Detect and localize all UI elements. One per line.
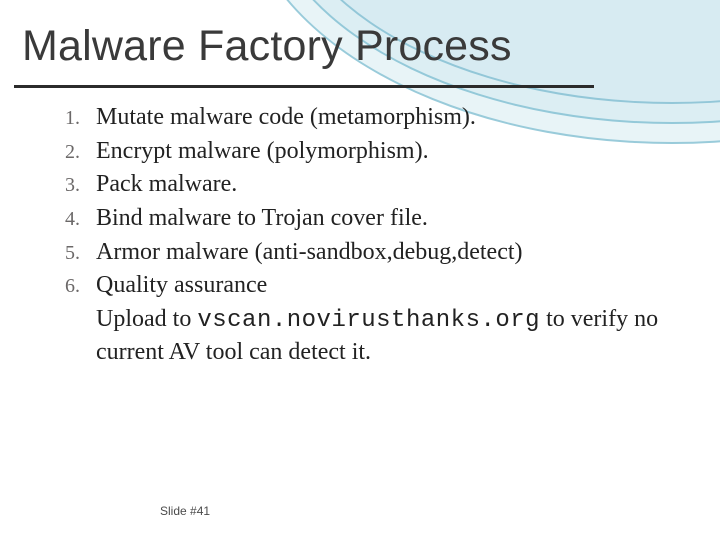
list-number: 3. — [46, 169, 80, 201]
slide-number: Slide #41 — [160, 504, 210, 518]
list-item: 6. Quality assurance — [46, 270, 692, 302]
list-text: Pack malware. — [96, 169, 237, 201]
list-text: Bind malware to Trojan cover file. — [96, 203, 428, 235]
list-item: 3. Pack malware. — [46, 169, 692, 201]
list-item: 1. Mutate malware code (metamorphism). — [46, 102, 692, 134]
list-number: 1. — [46, 102, 80, 134]
page-title: Malware Factory Process — [22, 22, 512, 71]
list-text: Quality assurance — [96, 270, 267, 302]
title-underline — [14, 85, 594, 88]
list-number: 6. — [46, 270, 80, 302]
list-text: Encrypt malware (polymorphism). — [96, 136, 429, 168]
detail-pre: Upload to — [96, 306, 197, 332]
list-text: Armor malware (anti-sandbox,debug,detect… — [96, 237, 523, 269]
list-text: Mutate malware code (metamorphism). — [96, 102, 476, 134]
list-detail: Upload to vscan.novirusthanks.org to ver… — [96, 304, 692, 368]
list-number: 5. — [46, 237, 80, 269]
list-item: 4. Bind malware to Trojan cover file. — [46, 203, 692, 235]
list-item: 5. Armor malware (anti-sandbox,debug,det… — [46, 237, 692, 269]
list-body: 1. Mutate malware code (metamorphism). 2… — [46, 100, 692, 368]
list-number: 2. — [46, 136, 80, 168]
list-number: 4. — [46, 203, 80, 235]
list-item: 2. Encrypt malware (polymorphism). — [46, 136, 692, 168]
detail-code: vscan.novirusthanks.org — [197, 307, 540, 334]
